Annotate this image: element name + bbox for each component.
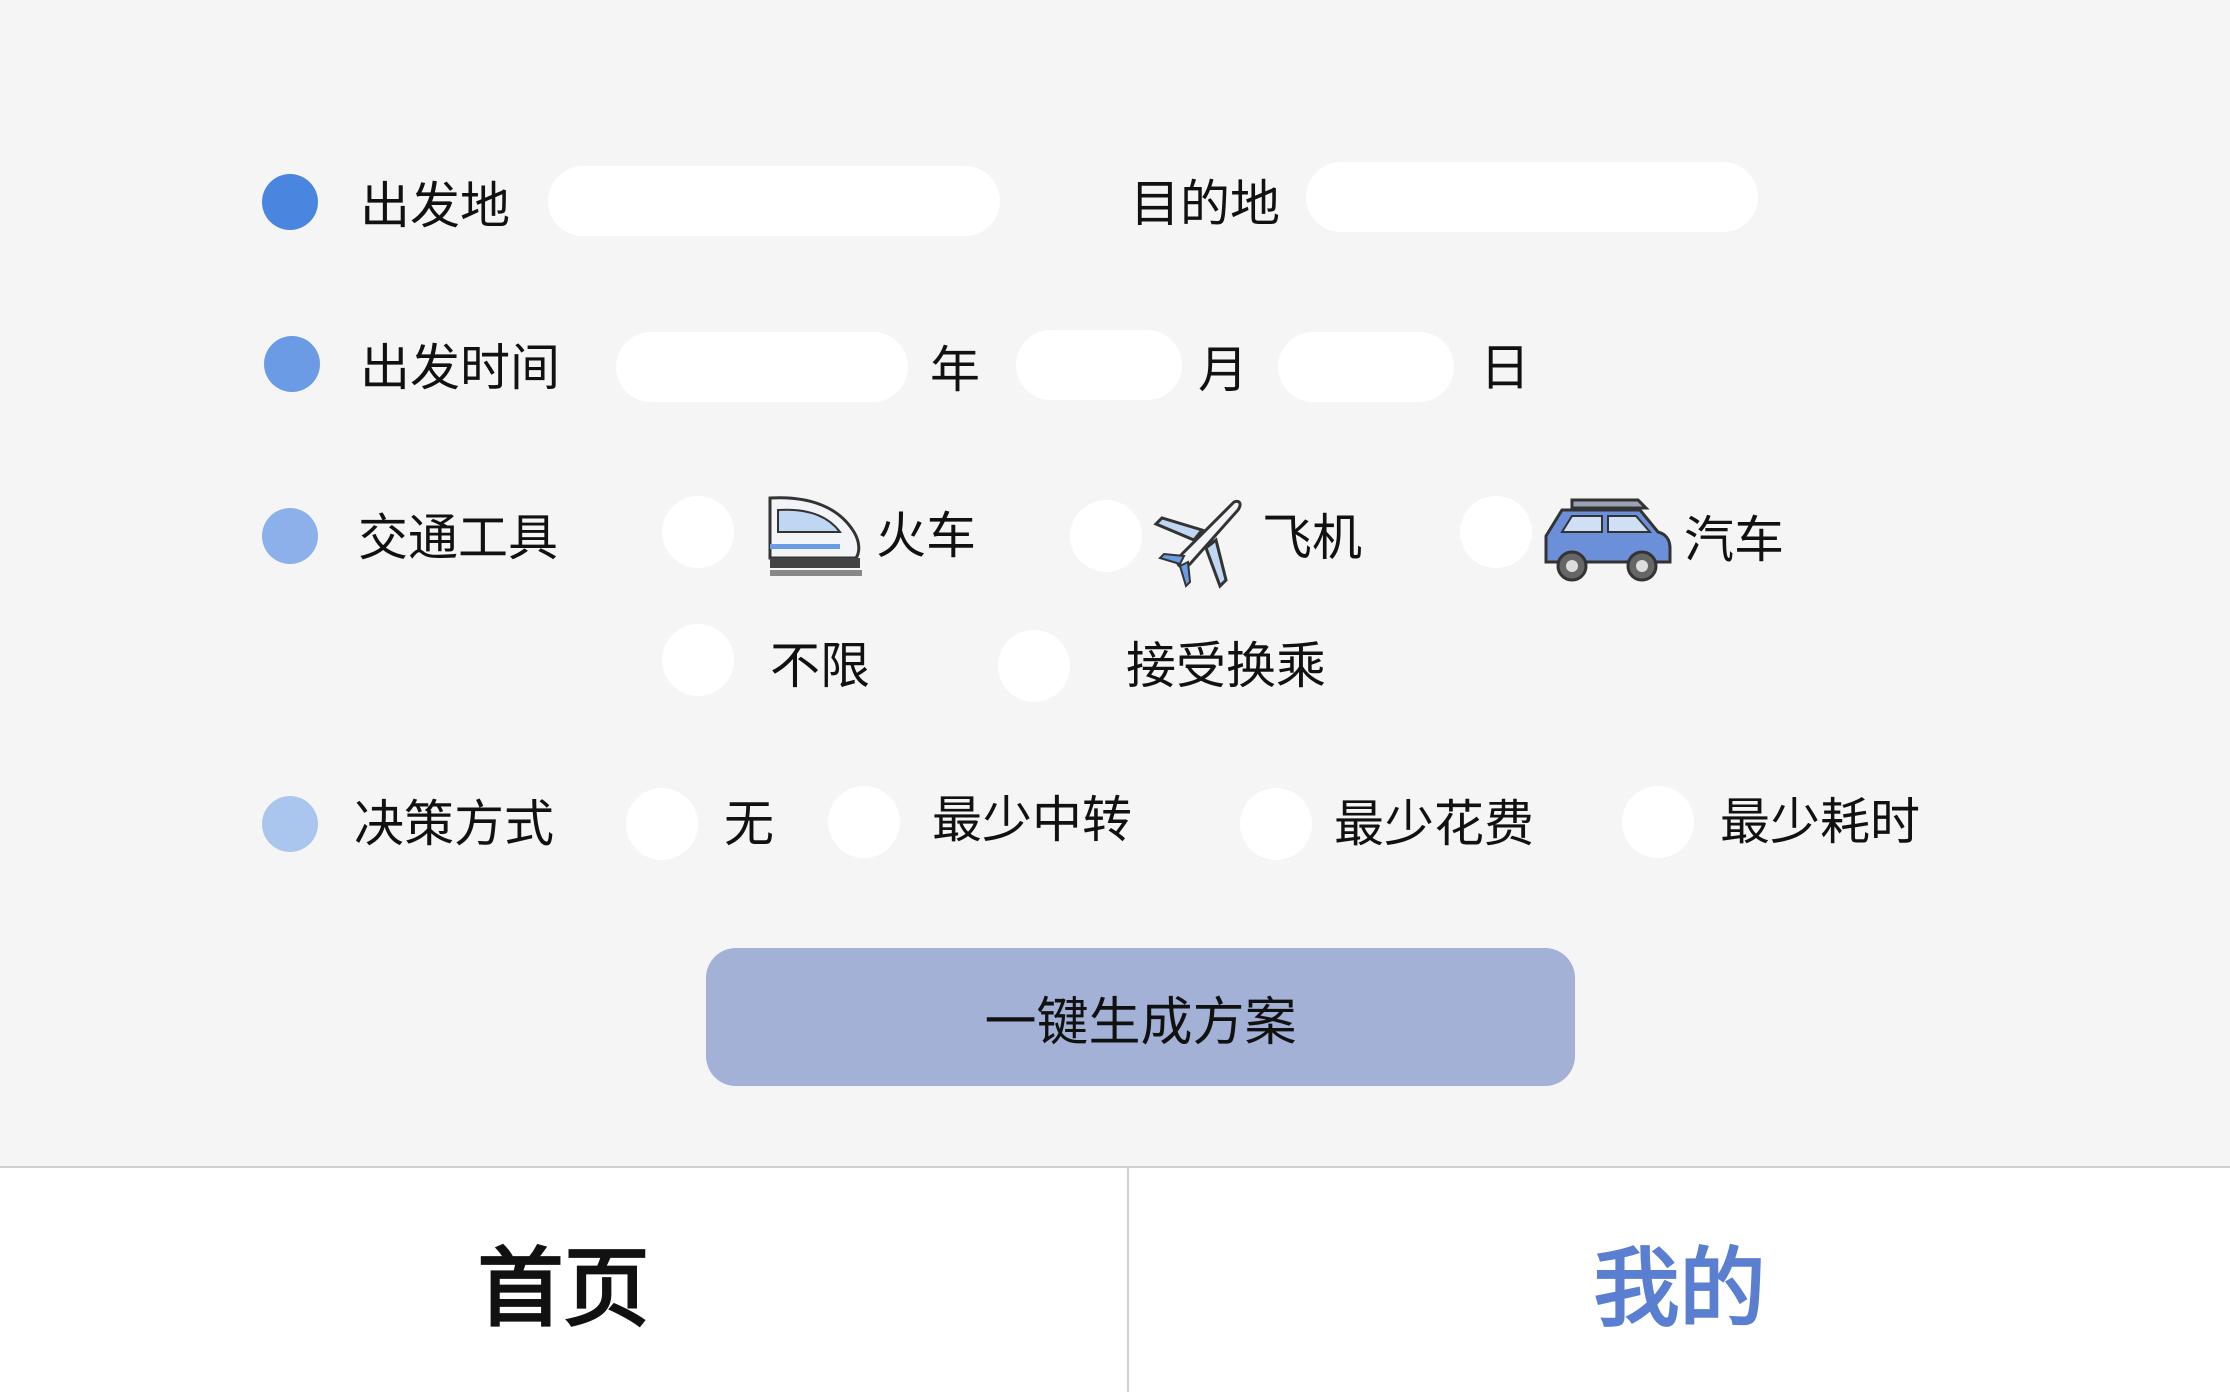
tab-mine[interactable]: 我的 — [1129, 1168, 2230, 1392]
day-unit-label: 日 — [1480, 339, 1530, 397]
bullet-dot-time — [264, 336, 320, 392]
origin-input[interactable] — [548, 166, 1000, 236]
year-unit-label: 年 — [930, 341, 980, 399]
decision-label: 决策方式 — [354, 795, 554, 853]
car-label: 汽车 — [1684, 511, 1784, 569]
radio-none[interactable] — [626, 788, 698, 860]
least-transfer-label: 最少中转 — [932, 791, 1132, 849]
generate-plan-button[interactable]: 一键生成方案 — [706, 948, 1575, 1086]
radio-train[interactable] — [662, 496, 734, 568]
bullet-dot-origin — [262, 174, 318, 230]
radio-car[interactable] — [1460, 496, 1532, 568]
origin-label: 出发地 — [360, 177, 510, 235]
bullet-dot-decision — [262, 796, 318, 852]
radio-least-cost[interactable] — [1240, 788, 1312, 860]
month-input[interactable] — [1016, 330, 1182, 400]
bullet-dot-transport — [262, 508, 318, 564]
radio-least-transfer[interactable] — [828, 786, 900, 858]
bottom-tab-bar: 首页 我的 — [0, 1166, 2230, 1392]
train-icon — [768, 496, 862, 576]
unlimited-label: 不限 — [770, 637, 870, 695]
departure-time-label: 出发时间 — [360, 339, 560, 397]
month-unit-label: 月 — [1198, 341, 1248, 399]
radio-least-time[interactable] — [1622, 786, 1694, 858]
radio-unlimited[interactable] — [662, 624, 734, 696]
train-label: 火车 — [876, 507, 976, 565]
least-cost-label: 最少花费 — [1334, 795, 1534, 853]
plane-label: 飞机 — [1262, 509, 1362, 567]
none-label: 无 — [724, 795, 774, 853]
tab-home[interactable]: 首页 — [0, 1168, 1127, 1392]
car-icon — [1544, 498, 1672, 582]
accept-transfer-label: 接受换乘 — [1126, 637, 1326, 695]
day-input[interactable] — [1278, 332, 1454, 402]
radio-accept-transfer[interactable] — [998, 630, 1070, 702]
destination-input[interactable] — [1306, 162, 1758, 232]
least-time-label: 最少耗时 — [1720, 793, 1920, 851]
year-input[interactable] — [616, 332, 908, 402]
transport-label: 交通工具 — [358, 509, 558, 567]
airplane-icon — [1153, 500, 1242, 589]
destination-label: 目的地 — [1130, 175, 1280, 233]
radio-plane[interactable] — [1070, 500, 1142, 572]
